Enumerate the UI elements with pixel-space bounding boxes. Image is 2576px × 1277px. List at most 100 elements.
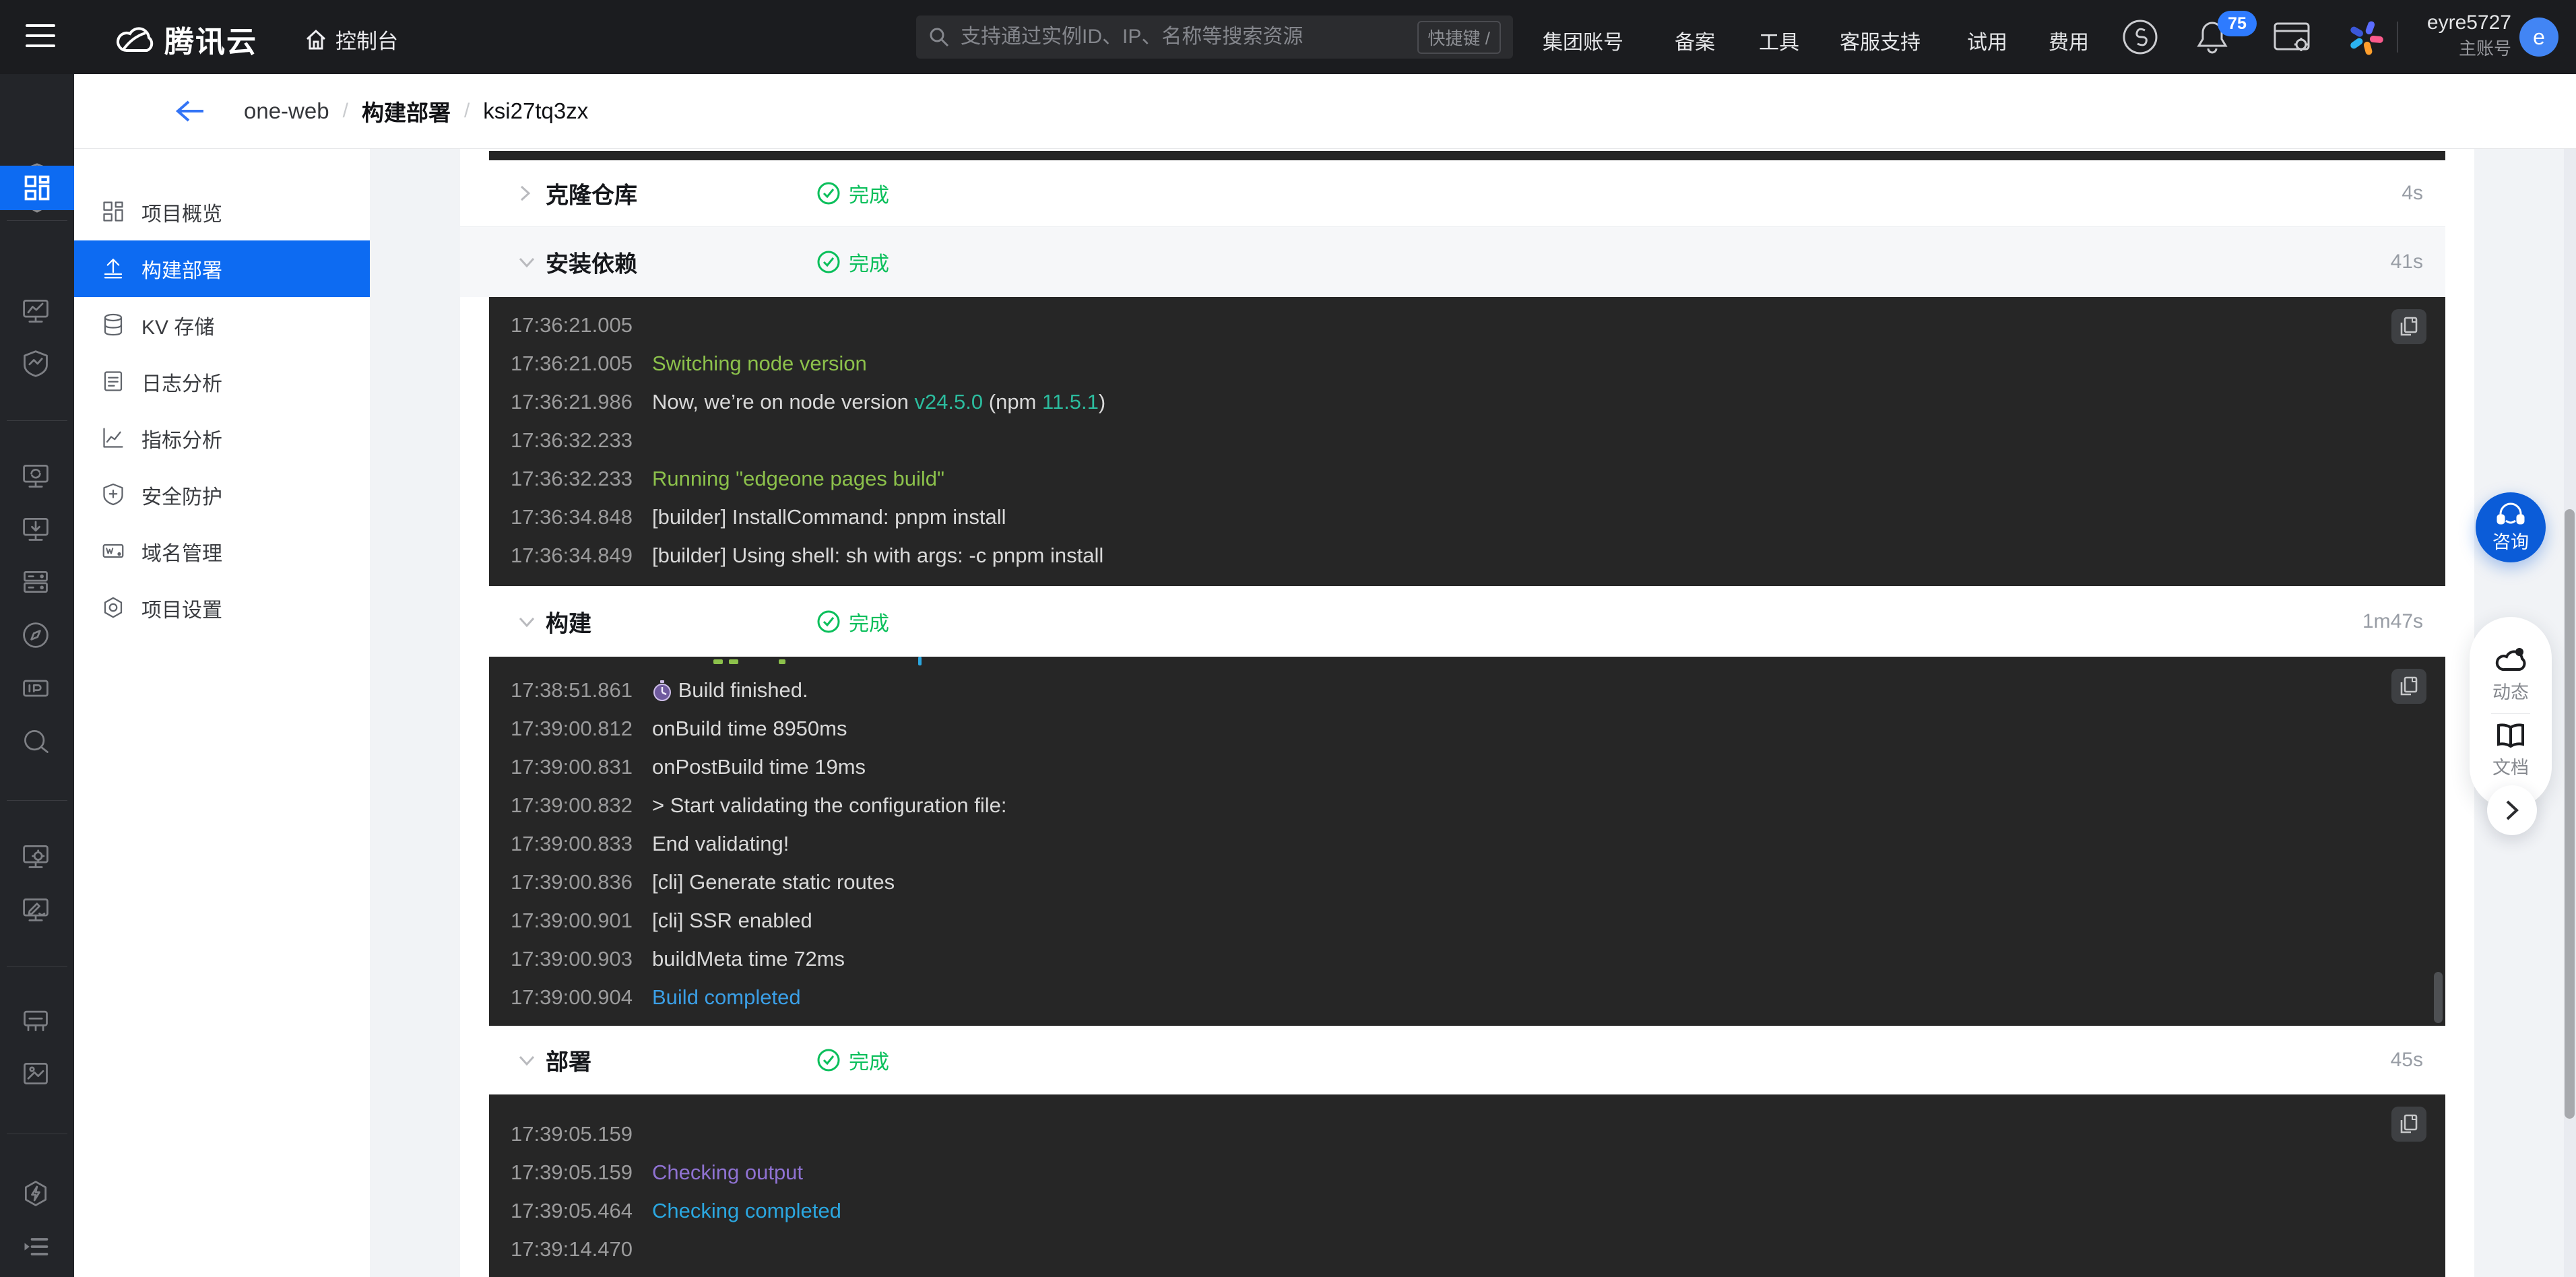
log-panel-1[interactable]: 17:36:21.00517:36:21.005Switching node v… xyxy=(489,297,2445,586)
topnav-item-5[interactable]: 费用 xyxy=(2049,26,2089,55)
image-icon[interactable] xyxy=(21,1059,53,1091)
shortcut-hint: 快捷键 / xyxy=(1417,21,1501,54)
serverless-icon[interactable] xyxy=(2122,19,2158,55)
feed-button[interactable]: 动态 xyxy=(2492,647,2529,704)
consult-button[interactable]: 咨询 xyxy=(2476,492,2546,562)
avatar[interactable]: e xyxy=(2519,18,2558,57)
sidebar-menu: 项目概览构建部署 KV 存储日志分析指标分析安全防护域名管理项目设置 xyxy=(74,184,370,636)
brand-text: 腾讯云 xyxy=(164,18,257,61)
hexagon-bolt-icon[interactable] xyxy=(21,1179,53,1211)
topnav-item-4[interactable]: 试用 xyxy=(1967,26,2007,55)
server-stack-icon[interactable] xyxy=(21,567,53,599)
breadcrumb-section[interactable]: 构建部署 xyxy=(362,95,451,127)
console-link[interactable]: 控制台 xyxy=(304,24,398,55)
rail-divider xyxy=(7,800,67,801)
sidebar-item-0[interactable]: 项目概览 xyxy=(74,184,370,240)
chevron-right-icon[interactable] xyxy=(517,184,532,203)
stage-row-1[interactable]: 安装依赖完成41s xyxy=(460,227,2445,297)
breadcrumb-project[interactable]: one-web xyxy=(244,98,329,124)
collapse-panel-button[interactable] xyxy=(2487,785,2537,835)
home-icon xyxy=(304,28,327,51)
monitor-chart-icon[interactable] xyxy=(21,296,53,328)
compass-icon[interactable] xyxy=(21,620,53,653)
sidebar-item-label: 安全防护 xyxy=(141,480,222,510)
sidebar-item-2[interactable]: KV 存储 xyxy=(74,297,370,354)
copy-log-button[interactable] xyxy=(2391,669,2426,704)
log-timestamp: 17:36:34.848 xyxy=(511,505,652,529)
sidebar-item-label: 项目概览 xyxy=(141,197,222,227)
sidebar-item-3[interactable]: 日志分析 xyxy=(74,354,370,410)
monitor-download-icon[interactable] xyxy=(21,514,53,546)
log-line: 17:36:21.005 xyxy=(489,306,2445,344)
page-scrollbar[interactable] xyxy=(2564,149,2576,1277)
ip-box-icon[interactable] xyxy=(21,674,53,706)
account-info[interactable]: eyre5727 主账号 xyxy=(2427,9,2511,61)
rail-item-pages-active[interactable] xyxy=(0,166,74,210)
topnav-item-0[interactable]: 集团账号 xyxy=(1543,26,1623,55)
card-reader-icon[interactable] xyxy=(21,1006,53,1038)
log-line: 17:39:00.901[cli] SSR enabled xyxy=(489,901,2445,940)
sidebar-item-label: 域名管理 xyxy=(141,537,222,566)
grid-icon xyxy=(101,199,127,225)
back-arrow-icon[interactable] xyxy=(175,99,205,123)
shield-badge-icon[interactable] xyxy=(21,349,53,381)
log-text: Running "edgeone pages build" xyxy=(652,467,944,491)
log-timestamp: 17:39:05.159 xyxy=(511,1122,652,1146)
log-panel-3[interactable]: 17:39:05.15917:39:05.159Checking output1… xyxy=(489,1094,2445,1277)
log-text: Switching node version xyxy=(652,352,867,376)
topnav-item-1[interactable]: 备案 xyxy=(1675,26,1715,55)
page-scrollbar-thumb[interactable] xyxy=(2565,509,2575,1119)
sidebar-item-label: 指标分析 xyxy=(141,424,222,453)
log-line: 17:36:32.233Running "edgeone pages build… xyxy=(489,459,2445,498)
topnav-item-3[interactable]: 客服支持 xyxy=(1840,26,1921,55)
log-line: 17:39:00.833End validating! xyxy=(489,824,2445,863)
cloud-logo-icon xyxy=(113,22,155,56)
log-scrollbar-thumb[interactable] xyxy=(2434,972,2443,1023)
sidebar-item-7[interactable]: 项目设置 xyxy=(74,580,370,636)
chevron-down-icon[interactable] xyxy=(517,255,536,269)
copy-log-button[interactable] xyxy=(2391,1107,2426,1142)
log-text: onPostBuild time 19ms xyxy=(652,755,866,779)
sidebar-item-5[interactable]: 安全防护 xyxy=(74,467,370,523)
chevron-down-icon[interactable] xyxy=(517,1053,536,1068)
search-doc-icon[interactable] xyxy=(21,727,53,759)
log-text: 11.5.1 xyxy=(1042,390,1099,414)
monitor-edit-icon[interactable] xyxy=(21,894,53,927)
search-icon xyxy=(928,26,950,48)
topnav-item-2[interactable]: 工具 xyxy=(1759,26,1799,55)
global-search[interactable]: 快捷键 / xyxy=(916,15,1513,59)
log-text: > Start validating the configuration fil… xyxy=(652,793,1006,818)
monitor-gear-icon[interactable] xyxy=(21,841,53,874)
stage-status: 完成 xyxy=(816,1045,889,1075)
stage-row-0[interactable]: 克隆仓库完成4s xyxy=(460,160,2445,227)
sidebar-item-4[interactable]: 指标分析 xyxy=(74,410,370,467)
monitor-sync-icon[interactable] xyxy=(21,461,53,493)
log-panel-2[interactable]: 17:38:51.861 Build finished.17:39:00.812… xyxy=(489,657,2445,1026)
log-timestamp: 17:36:34.849 xyxy=(511,544,652,568)
log-timestamp: 17:39:00.832 xyxy=(511,793,652,818)
sidebar-item-6[interactable]: 域名管理 xyxy=(74,523,370,580)
stage-row-3[interactable]: 部署完成45s xyxy=(460,1026,2445,1094)
hamburger-menu-icon[interactable] xyxy=(26,24,55,50)
stage-duration: 45s xyxy=(2391,1049,2423,1072)
log-text: [builder] InstallCommand: pnpm install xyxy=(652,505,1006,529)
notification-count-badge[interactable]: 75 xyxy=(2218,11,2257,36)
log-timestamp: 17:39:00.833 xyxy=(511,832,652,856)
copy-log-button[interactable] xyxy=(2391,309,2426,344)
search-input[interactable] xyxy=(961,26,1417,48)
log-text: Build finished. xyxy=(672,678,808,702)
log-line: 17:36:34.848[builder] InstallCommand: pn… xyxy=(489,498,2445,536)
sidebar-item-1-active[interactable]: 构建部署 xyxy=(74,240,370,297)
ai-assistant-icon[interactable] xyxy=(2347,19,2385,57)
docs-button[interactable]: 文档 xyxy=(2492,723,2529,779)
top-bar: 腾讯云 控制台 快捷键 / 集团账号 备案 工具 客服支持 试用 费用 75 eyre57… xyxy=(0,0,2576,74)
rail-divider xyxy=(7,966,67,967)
sidebar-item-label: KV 存储 xyxy=(141,310,214,340)
console-settings-icon[interactable] xyxy=(2273,22,2311,54)
chevron-down-icon[interactable] xyxy=(517,614,536,629)
tencent-cloud-logo[interactable]: 腾讯云 xyxy=(113,18,257,61)
terminal-list-icon[interactable] xyxy=(21,1232,53,1264)
log-line: 17:36:32.233 xyxy=(489,421,2445,459)
stage-row-2[interactable]: 构建完成1m47s xyxy=(460,586,2445,657)
log-line: 17:38:51.861 Build finished. xyxy=(489,671,2445,709)
